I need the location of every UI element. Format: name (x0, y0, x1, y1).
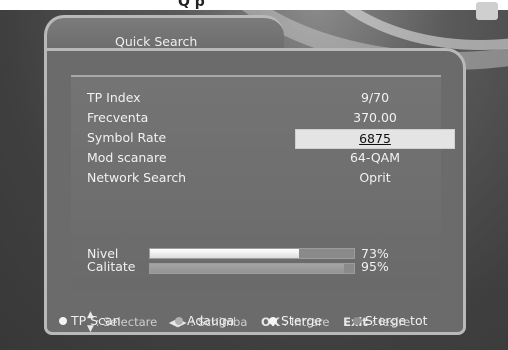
field-row-frecventa[interactable]: Frecventa 370.00 (87, 109, 437, 127)
adauga-button[interactable]: Adauga (175, 313, 234, 329)
window-title: Quick Search (115, 34, 198, 49)
field-row-mod-scanare[interactable]: Mod scanare 64-QAM (87, 149, 437, 167)
tp-scan-button[interactable]: TP Scan (59, 313, 121, 329)
tv-screen: Q p Quick Search TP Index 9/70 Frecventa… (0, 0, 508, 350)
top-border: Q p (0, 0, 508, 10)
field-label: Mod scanare (87, 150, 167, 165)
symbol-rate-input[interactable]: 6875 (295, 129, 455, 149)
field-value: 370.00 (353, 110, 397, 125)
field-label: Symbol Rate (87, 130, 167, 145)
calitate-meter (149, 263, 355, 274)
settings-area: TP Index 9/70 Frecventa 370.00 Symbol Ra… (71, 75, 455, 291)
tp-scan-label: TP Scan (71, 313, 121, 328)
calitate-meter-fill (150, 264, 344, 273)
footer-buttons: TP Scan Adauga Sterge Sterge tot (47, 306, 469, 336)
nivel-meter-fill (150, 249, 299, 258)
field-label: Frecventa (87, 110, 149, 125)
field-value: 9/70 (360, 90, 390, 105)
dark-dot-icon (353, 316, 361, 325)
adauga-label: Adauga (187, 313, 235, 328)
corner-indicator (476, 2, 498, 20)
field-label: Network Search (87, 170, 187, 185)
calitate-value: 95% (361, 259, 389, 274)
quick-search-panel: TP Index 9/70 Frecventa 370.00 Symbol Ra… (44, 48, 466, 335)
sterge-button[interactable]: Sterge (269, 313, 322, 329)
cropped-heading: Q p (178, 0, 205, 10)
field-value: Oprit (359, 170, 391, 185)
field-value: 64-QAM (349, 150, 401, 165)
field-row-tp-index[interactable]: TP Index 9/70 (87, 89, 437, 107)
grey-dot-icon (175, 316, 183, 325)
field-row-symbol-rate[interactable]: Symbol Rate 6875 (87, 129, 455, 149)
calitate-label: Calitate (87, 259, 136, 274)
sterge-tot-label: Sterge tot (365, 313, 428, 328)
nivel-meter (149, 248, 355, 259)
field-label: TP Index (87, 90, 141, 105)
white-dot-icon (269, 316, 277, 325)
white-dot-icon (59, 316, 67, 325)
sterge-label: Sterge (281, 313, 323, 328)
sterge-tot-button[interactable]: Sterge tot (353, 313, 428, 329)
field-row-network-search[interactable]: Network Search Oprit (87, 169, 437, 187)
